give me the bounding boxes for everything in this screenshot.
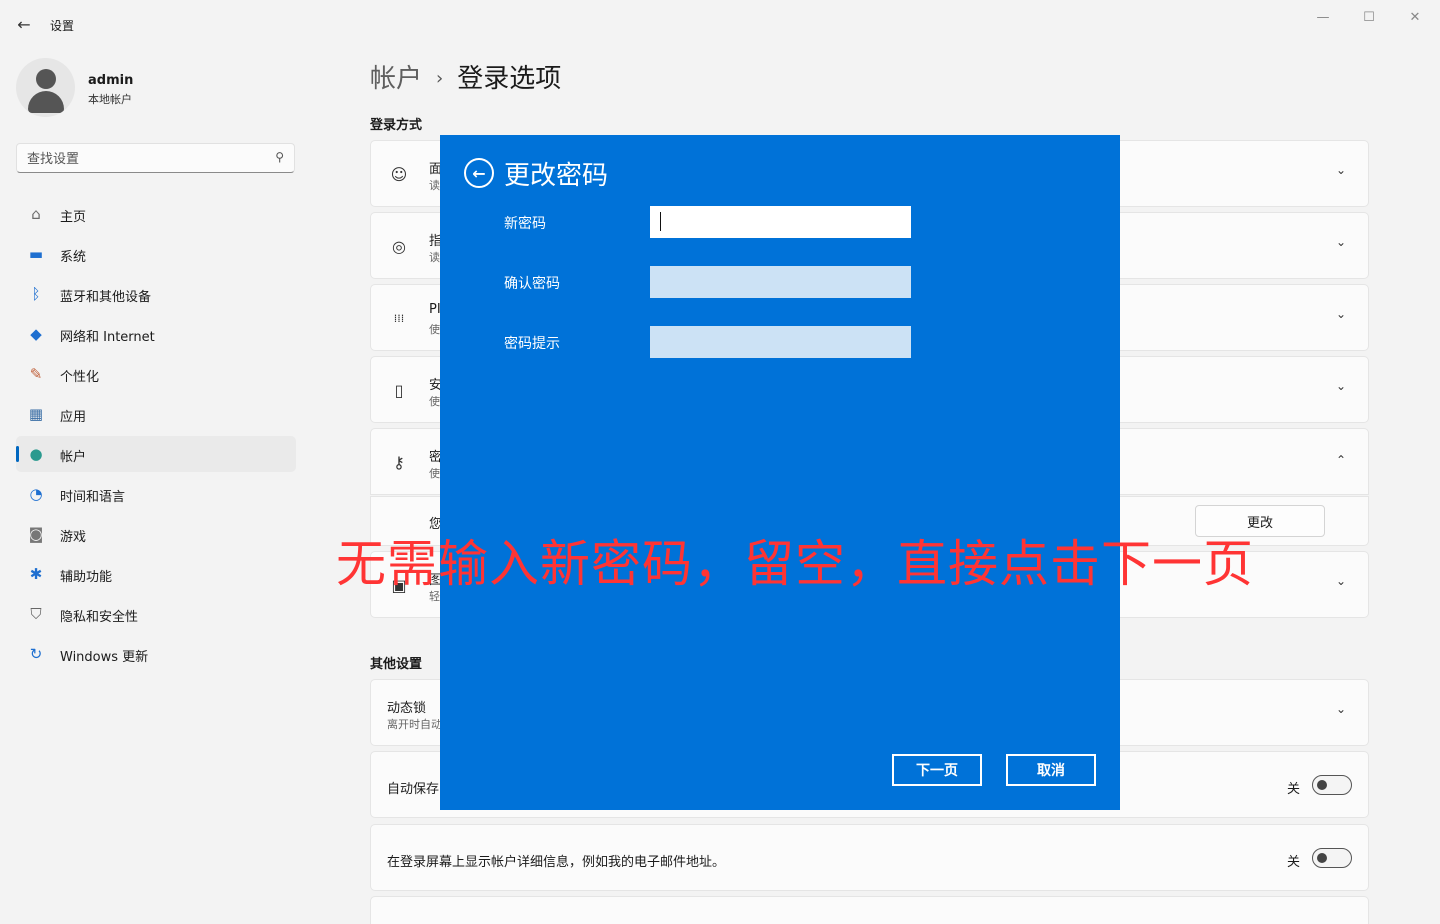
close-button[interactable]: ✕ — [1392, 6, 1438, 28]
cancel-button[interactable]: 取消 — [1006, 754, 1096, 786]
sidebar-item-7[interactable]: ◔ 时间和语言 — [16, 476, 296, 512]
sidebar-item-5[interactable]: ▦ 应用 — [16, 396, 296, 432]
card-subtitle: 使 — [429, 467, 440, 480]
minimize-button[interactable]: — — [1300, 6, 1346, 28]
chevron-up-icon[interactable]: ⌃ — [1336, 453, 1346, 467]
card-title: 自动保存 — [387, 782, 440, 797]
sidebar-item-label: 帐户 — [60, 450, 87, 465]
card-subtitle: 使 — [429, 323, 440, 336]
card-subtitle: 离开时自动 — [387, 718, 442, 731]
card-subtitle: 读 — [429, 251, 440, 264]
other-section-title: 其他设置 — [370, 657, 423, 672]
breadcrumb: 帐户 › 登录选项 — [370, 58, 561, 95]
back-arrow-icon[interactable]: ← — [464, 158, 494, 188]
sidebar-item-label: Windows 更新 — [60, 650, 149, 665]
chevron-down-icon[interactable]: ⌄ — [1336, 235, 1346, 249]
search-input[interactable] — [27, 150, 267, 168]
card-title: 在登录屏幕上显示帐户详细信息，例如我的电子邮件地址。 — [387, 855, 726, 870]
sidebar-item-9[interactable]: ✱ 辅助功能 — [16, 556, 296, 592]
clock-globe-icon: ◔ — [29, 485, 43, 503]
security-key-icon: ▯ — [394, 380, 404, 400]
sidebar-item-label: 游戏 — [60, 530, 87, 545]
sidebar-item-label: 个性化 — [60, 370, 100, 385]
search-icon[interactable]: ⚲ — [275, 150, 284, 164]
breadcrumb-parent[interactable]: 帐户 — [370, 64, 422, 94]
card-subtitle: 使 — [429, 395, 440, 408]
shield-icon: ⛉ — [30, 605, 42, 623]
chevron-down-icon[interactable]: ⌄ — [1336, 163, 1346, 177]
sidebar-item-label: 时间和语言 — [60, 490, 126, 505]
sidebar-item-6[interactable]: ● 帐户 — [16, 436, 296, 472]
breadcrumb-separator: › — [436, 68, 444, 89]
confirm-password-label: 确认密码 — [504, 276, 560, 292]
update-icon: ↻ — [29, 645, 43, 663]
pin-keypad-icon: ⁞⁞⁞ — [393, 311, 405, 325]
avatar — [16, 58, 75, 117]
show-account-details-card: 在登录屏幕上显示帐户详细信息，例如我的电子邮件地址。 关 — [370, 824, 1369, 891]
toggle-state-label: 关 — [1286, 782, 1300, 797]
user-name: admin — [88, 73, 134, 88]
bluetooth-icon: ᛒ — [31, 285, 41, 303]
sidebar-item-8[interactable]: ◙ 游戏 — [16, 516, 296, 552]
sidebar-item-10[interactable]: ⛉ 隐私和安全性 — [16, 596, 296, 632]
next-button[interactable]: 下一页 — [892, 754, 982, 786]
dialog-title: 更改密码 — [504, 161, 609, 191]
sidebar-item-2[interactable]: ᛒ 蓝牙和其他设备 — [16, 276, 296, 312]
password-hint-input[interactable] — [650, 326, 911, 358]
instruction-annotation: 无需输入新密码，留空，直接点击下一页 — [336, 535, 1254, 593]
search-box[interactable]: ⚲ — [16, 143, 295, 173]
wifi-icon: ◆ — [30, 325, 42, 343]
back-arrow-icon[interactable]: ← — [12, 12, 36, 36]
sidebar-item-11[interactable]: ↻ Windows 更新 — [16, 636, 296, 672]
sidebar-item-1[interactable]: ▬ 系统 — [16, 236, 296, 272]
text-caret — [660, 212, 661, 231]
change-password-dialog: ← 更改密码 新密码 确认密码 密码提示 下一页 取消 — [440, 135, 1120, 810]
show-account-details-toggle[interactable] — [1312, 848, 1352, 868]
toggle-state-label: 关 — [1286, 855, 1300, 870]
auto-save-toggle[interactable] — [1312, 775, 1352, 795]
confirm-password-input[interactable] — [650, 266, 911, 298]
fingerprint-icon: ◎ — [392, 236, 406, 256]
gamepad-icon: ◙ — [28, 525, 44, 543]
chevron-down-icon[interactable]: ⌄ — [1336, 307, 1346, 321]
sidebar-item-label: 蓝牙和其他设备 — [60, 290, 152, 305]
card-title: 动态锁 — [387, 701, 427, 716]
home-icon: ⌂ — [31, 205, 41, 223]
sidebar-item-4[interactable]: ✎ 个性化 — [16, 356, 296, 392]
accessibility-icon: ✱ — [29, 565, 43, 583]
key-icon: ⚷ — [393, 452, 405, 472]
page-title: 登录选项 — [457, 64, 562, 94]
title-bar: ← 设置 — ☐ ✕ — [0, 0, 1440, 48]
new-password-label: 新密码 — [504, 216, 546, 232]
new-password-input[interactable] — [650, 206, 911, 238]
card-title: PI — [429, 302, 441, 317]
apps-icon: ▦ — [28, 405, 44, 423]
chevron-down-icon[interactable]: ⌄ — [1336, 574, 1346, 588]
chevron-down-icon[interactable]: ⌄ — [1336, 379, 1346, 393]
sidebar-item-3[interactable]: ◆ 网络和 Internet — [16, 316, 296, 352]
sidebar-item-0[interactable]: ⌂ 主页 — [16, 196, 296, 232]
next-setting-card — [370, 896, 1369, 924]
sidebar-nav: ⌂ 主页 ▬ 系统 ᛒ 蓝牙和其他设备 ◆ 网络和 Internet ✎ 个性化 ▦ 应用 ● 帐户 ◔ 时间… — [16, 196, 296, 676]
account-type: 本地帐户 — [88, 93, 132, 106]
sidebar-item-label: 应用 — [60, 410, 87, 425]
sidebar-item-label: 系统 — [60, 250, 87, 265]
face-icon: ☺ — [390, 164, 408, 184]
card-subtitle: 读 — [429, 179, 440, 192]
sidebar-item-label: 隐私和安全性 — [60, 610, 139, 625]
app-title: 设置 — [50, 19, 75, 33]
maximize-button[interactable]: ☐ — [1346, 6, 1392, 28]
sidebar-item-label: 网络和 Internet — [60, 330, 155, 345]
signin-section-title: 登录方式 — [370, 118, 423, 133]
system-icon: ▬ — [28, 245, 44, 263]
sidebar-item-label: 主页 — [60, 210, 87, 225]
sidebar-item-label: 辅助功能 — [60, 570, 113, 585]
brush-icon: ✎ — [29, 365, 43, 383]
password-hint-label: 密码提示 — [504, 336, 560, 352]
chevron-down-icon[interactable]: ⌄ — [1336, 702, 1346, 716]
account-icon: ● — [29, 445, 43, 463]
